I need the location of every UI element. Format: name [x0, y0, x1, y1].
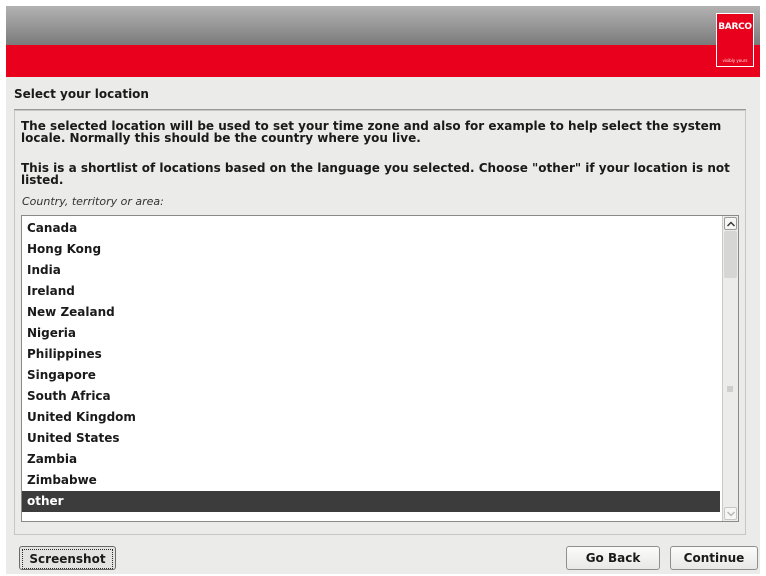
intro-text: The selected location will be used to se… [21, 119, 722, 145]
list-item-nigeria[interactable]: Nigeria [22, 323, 720, 344]
list-item-south-africa[interactable]: South Africa [22, 386, 720, 407]
list-scrollbar[interactable] [722, 216, 738, 521]
header-banner [6, 6, 760, 45]
list-item-new-zealand[interactable]: New Zealand [22, 302, 720, 323]
list-item-united-states[interactable]: United States [22, 428, 720, 449]
scroll-down-button[interactable] [724, 507, 737, 520]
chevron-up-icon [727, 221, 735, 227]
shortlist-text: This is a shortlist of locations based o… [21, 161, 730, 187]
screenshot-button-label: Screenshot [22, 549, 113, 569]
scrollbar-thumb[interactable] [724, 231, 737, 278]
list-item-singapore[interactable]: Singapore [22, 365, 720, 386]
go-back-button[interactable]: Go Back [566, 546, 660, 570]
country-list: Canada Hong Kong India Ireland New Zeala… [22, 216, 720, 512]
screenshot-button[interactable]: Screenshot [19, 546, 116, 570]
scrollbar-grip-icon [727, 386, 733, 392]
list-item-zimbabwe[interactable]: Zimbabwe [22, 470, 720, 491]
scroll-up-button[interactable] [724, 217, 737, 230]
list-item-philippines[interactable]: Philippines [22, 344, 720, 365]
barco-logo: BARCO visibly yours [716, 13, 754, 67]
list-item-zambia[interactable]: Zambia [22, 449, 720, 470]
page-title: Select your location [14, 87, 149, 101]
country-listbox[interactable]: Canada Hong Kong India Ireland New Zeala… [21, 215, 739, 522]
list-item-canada[interactable]: Canada [22, 218, 720, 239]
location-panel: The selected location will be used to se… [14, 110, 746, 535]
list-item-india[interactable]: India [22, 260, 720, 281]
chevron-down-icon [727, 511, 735, 517]
list-item-ireland[interactable]: Ireland [22, 281, 720, 302]
logo-tagline: visibly yours [722, 58, 748, 63]
country-field-label: Country, territory or area: [22, 195, 164, 208]
list-item-hong-kong[interactable]: Hong Kong [22, 239, 720, 260]
header-red-stripe [6, 45, 760, 77]
list-item-united-kingdom[interactable]: United Kingdom [22, 407, 720, 428]
continue-button[interactable]: Continue [670, 546, 758, 570]
list-item-other[interactable]: other [22, 491, 720, 512]
logo-wordmark: BARCO [718, 22, 752, 32]
